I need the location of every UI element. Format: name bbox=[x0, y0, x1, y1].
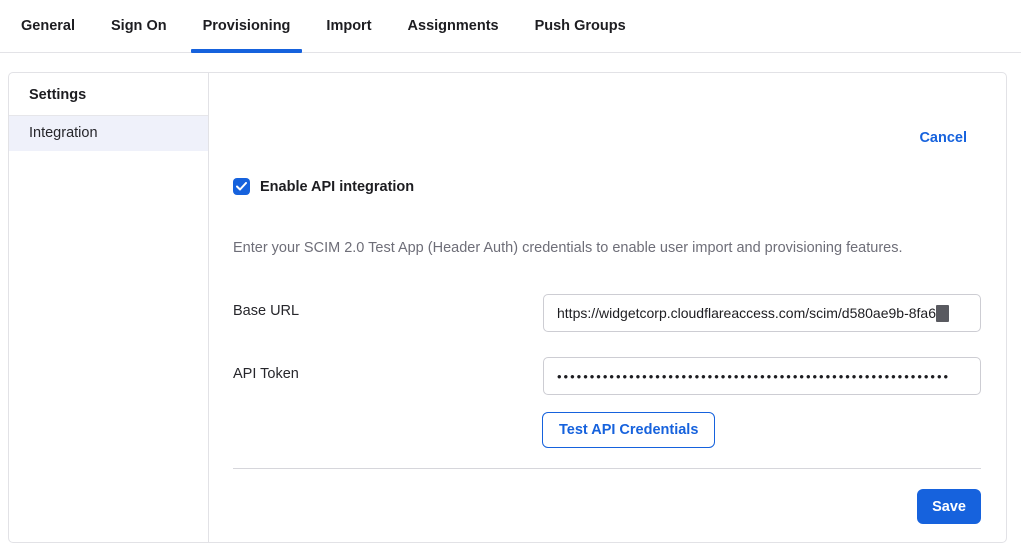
base-url-input[interactable]: https://widgetcorp.cloudflareaccess.com/… bbox=[543, 294, 981, 332]
base-url-label: Base URL bbox=[233, 294, 543, 319]
credentials-description: Enter your SCIM 2.0 Test App (Header Aut… bbox=[233, 240, 981, 257]
tab-push-groups[interactable]: Push Groups bbox=[523, 0, 638, 52]
tab-sign-on[interactable]: Sign On bbox=[99, 0, 179, 52]
enable-api-integration-checkbox[interactable] bbox=[233, 178, 250, 195]
api-token-label: API Token bbox=[233, 357, 543, 382]
sidebar-item-integration[interactable]: Integration bbox=[9, 116, 208, 151]
api-token-input[interactable] bbox=[543, 357, 981, 395]
integration-form: Cancel Enable API integration Enter your… bbox=[209, 73, 1006, 542]
tab-general[interactable]: General bbox=[9, 0, 87, 52]
text-cursor-block-icon bbox=[936, 305, 949, 322]
tab-provisioning[interactable]: Provisioning bbox=[191, 0, 303, 52]
save-button[interactable]: Save bbox=[917, 489, 981, 524]
app-tab-bar: General Sign On Provisioning Import Assi… bbox=[0, 0, 1021, 53]
enable-api-integration-label: Enable API integration bbox=[260, 179, 414, 195]
tab-assignments[interactable]: Assignments bbox=[396, 0, 511, 52]
checkmark-icon bbox=[236, 182, 247, 191]
base-url-value: https://widgetcorp.cloudflareaccess.com/… bbox=[557, 305, 936, 321]
test-api-credentials-button[interactable]: Test API Credentials bbox=[542, 412, 715, 448]
cancel-link[interactable]: Cancel bbox=[919, 130, 967, 146]
settings-sidebar: Settings Integration bbox=[9, 73, 209, 542]
sidebar-header: Settings bbox=[9, 73, 208, 116]
provisioning-panel: Settings Integration Cancel Enable API i… bbox=[8, 72, 1007, 543]
tab-import[interactable]: Import bbox=[314, 0, 383, 52]
form-divider bbox=[233, 468, 981, 469]
